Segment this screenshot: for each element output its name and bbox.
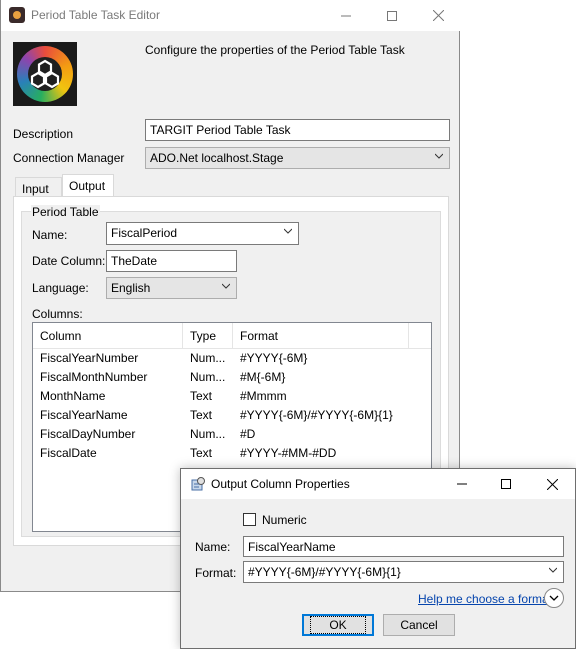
chevron-down-icon <box>284 228 292 234</box>
minimize-icon <box>457 483 467 485</box>
dialog-title: Output Column Properties <box>211 477 350 491</box>
maximize-icon <box>387 10 397 21</box>
date-column-label: Date Column: <box>32 254 106 268</box>
cell-format: #Mmmm <box>240 389 287 403</box>
language-value: English <box>111 281 151 295</box>
properties-icon <box>191 477 205 491</box>
minimize-button[interactable] <box>323 0 369 31</box>
language-label: Language: <box>32 281 89 295</box>
cell-format: #D <box>240 427 256 441</box>
cancel-button[interactable]: Cancel <box>383 614 455 636</box>
table-row[interactable]: FiscalDayNumber Num... #D <box>33 425 431 444</box>
cell-format: #YYYY-#MM-#DD <box>240 446 337 460</box>
close-icon <box>546 478 558 490</box>
columns-label: Columns: <box>32 307 83 321</box>
maximize-button[interactable] <box>369 0 415 31</box>
title-bar: Period Table Task Editor <box>1 0 461 31</box>
ok-button[interactable]: OK <box>302 614 374 636</box>
header-description: Configure the properties of the Period T… <box>145 43 405 57</box>
language-select[interactable]: English <box>106 277 237 299</box>
ok-button-label: OK <box>310 616 366 634</box>
table-row[interactable]: MonthName Text #Mmmm <box>33 387 431 406</box>
app-icon <box>9 7 25 23</box>
cell-type: Text <box>190 446 213 460</box>
tab-output[interactable]: Output <box>62 174 114 197</box>
date-column-input[interactable]: TheDate <box>106 250 237 272</box>
numeric-checkbox[interactable] <box>243 513 256 526</box>
name-select[interactable]: FiscalPeriod <box>106 222 299 245</box>
dialog-format-label: Format: <box>195 566 237 580</box>
dialog-title-bar: Output Column Properties <box>181 469 575 499</box>
close-button[interactable] <box>415 0 461 31</box>
cell-format: #YYYY{-6M} <box>240 351 308 365</box>
cell-type: Num... <box>190 351 226 365</box>
dialog-name-input[interactable]: FiscalYearName <box>243 536 564 557</box>
name-value: FiscalPeriod <box>111 226 178 240</box>
cell-column: FiscalDayNumber <box>40 427 136 441</box>
cell-column: FiscalYearName <box>40 408 128 422</box>
numeric-label: Numeric <box>262 513 307 527</box>
cell-format: #YYYY{-6M}/#YYYY{-6M}{1} <box>240 408 393 422</box>
output-column-properties-dialog: Output Column Properties Numeric Name: F… <box>180 468 576 649</box>
hexagon-logo-icon <box>28 57 62 91</box>
table-row[interactable]: FiscalYearName Text #YYYY{-6M}/#YYYY{-6M… <box>33 406 431 425</box>
maximize-icon <box>501 479 511 489</box>
chevron-down-icon <box>435 153 443 159</box>
cell-column: MonthName <box>40 389 106 403</box>
period-table-group-label: Period Table <box>31 205 100 219</box>
cell-column: FiscalDate <box>40 446 97 460</box>
window-title: Period Table Task Editor <box>31 8 160 22</box>
targit-logo <box>13 42 77 106</box>
table-row[interactable]: FiscalMonthNumber Num... #M{-6M} <box>33 368 431 387</box>
cell-column: FiscalYearNumber <box>40 351 139 365</box>
help-choose-format-link[interactable]: Help me choose a format <box>418 592 552 606</box>
name-label: Name: <box>32 228 68 242</box>
dialog-close-button[interactable] <box>529 469 575 499</box>
cell-type: Num... <box>190 427 226 441</box>
tab-output-label: Output <box>69 179 106 193</box>
tab-input-label: Input <box>22 182 49 196</box>
connection-manager-label: Connection Manager <box>13 151 125 165</box>
connection-manager-value: ADO.Net localhost.Stage <box>150 151 284 165</box>
close-icon <box>432 10 444 21</box>
cell-type: Text <box>190 408 213 422</box>
table-row[interactable]: FiscalDate Text #YYYY-#MM-#DD <box>33 444 431 463</box>
cell-format: #M{-6M} <box>240 370 286 384</box>
cell-type: Text <box>190 389 213 403</box>
chevron-down-icon <box>549 595 559 601</box>
cell-column: FiscalMonthNumber <box>40 370 148 384</box>
column-header-format[interactable]: Format <box>233 323 409 349</box>
dialog-name-label: Name: <box>195 540 231 554</box>
chevron-down-icon <box>549 567 557 573</box>
chevron-down-icon <box>222 283 230 289</box>
minimize-icon <box>341 15 351 16</box>
dialog-maximize-button[interactable] <box>483 469 529 499</box>
columns-header: Column Type Format <box>33 323 431 349</box>
table-row[interactable]: FiscalYearNumber Num... #YYYY{-6M} <box>33 349 431 368</box>
cell-type: Num... <box>190 370 226 384</box>
dialog-minimize-button[interactable] <box>439 469 485 499</box>
column-header-type[interactable]: Type <box>183 323 233 349</box>
description-input[interactable]: TARGIT Period Table Task <box>145 119 450 141</box>
format-select[interactable]: #YYYY{-6M}/#YYYY{-6M}{1} <box>243 561 564 583</box>
description-label: Description <box>13 127 74 141</box>
format-value: #YYYY{-6M}/#YYYY{-6M}{1} <box>248 565 401 579</box>
expand-button[interactable] <box>544 588 564 608</box>
connection-manager-select[interactable]: ADO.Net localhost.Stage <box>145 147 450 169</box>
cancel-button-label: Cancel <box>400 618 438 632</box>
column-header-column[interactable]: Column <box>33 323 183 349</box>
